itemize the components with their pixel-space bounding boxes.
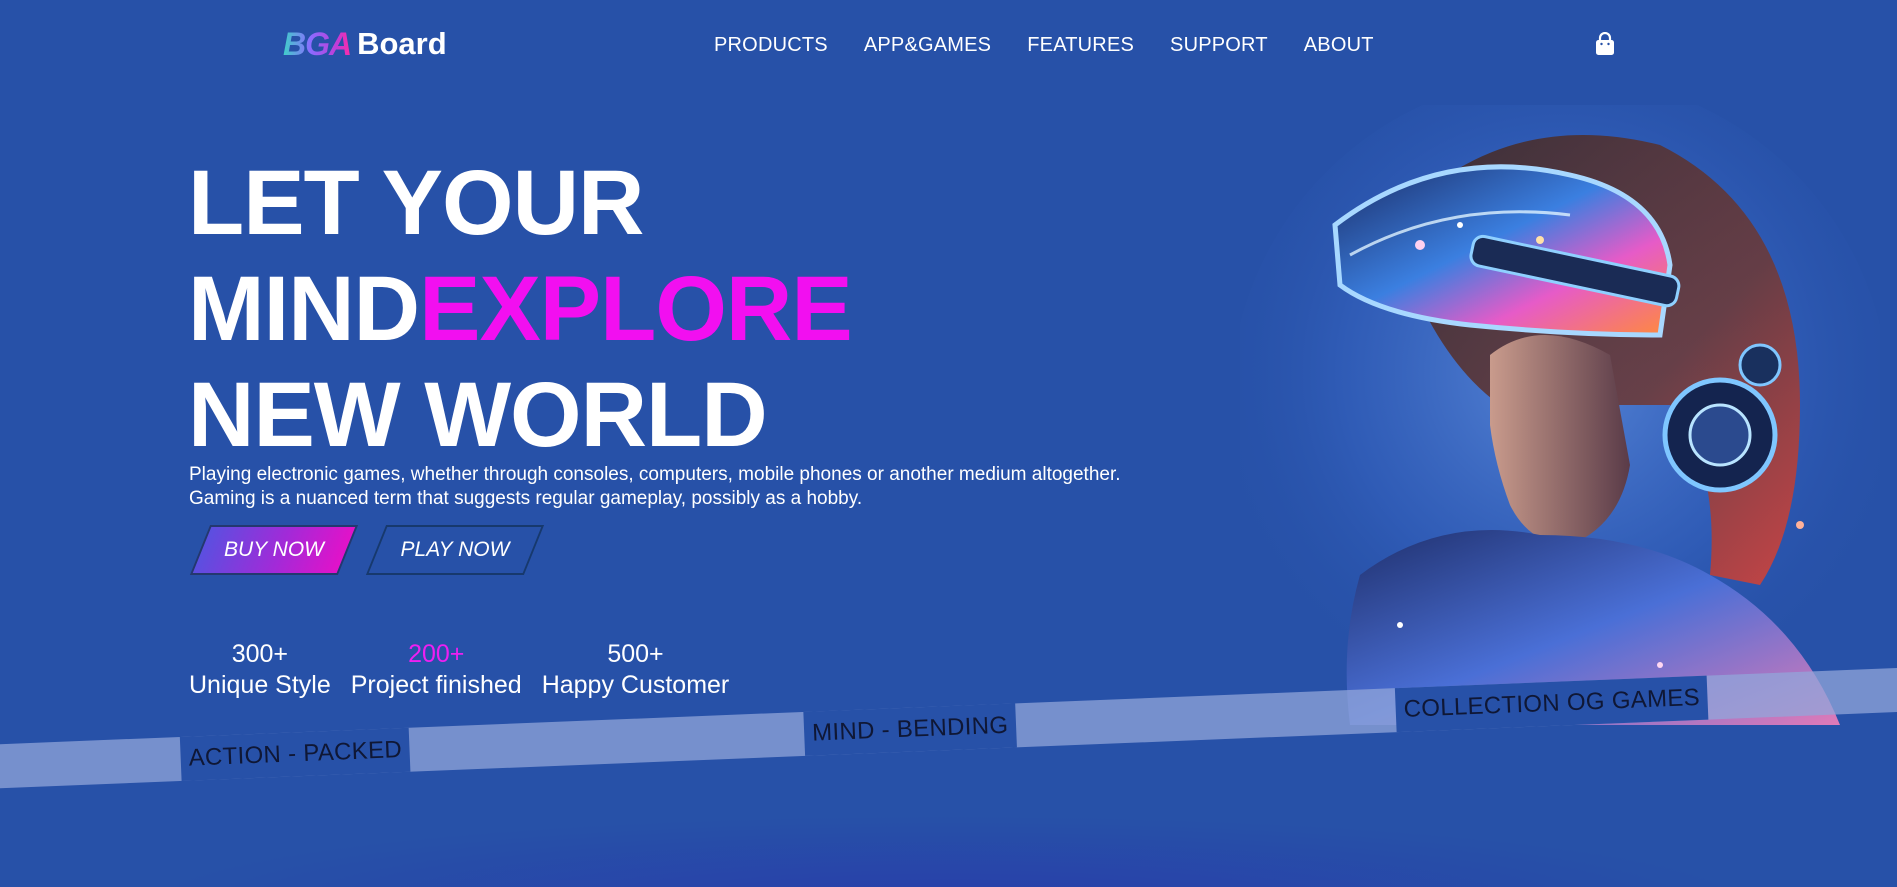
brand-name: Board xyxy=(357,26,447,61)
main-menu: PRODUCTS APP&GAMES FEATURES SUPPORT ABOU… xyxy=(714,30,1410,60)
hero-headline: LET YOUR MINDEXPLORE NEW WORLD xyxy=(188,150,853,468)
stat-label: Unique Style xyxy=(189,671,331,699)
nav-item-about[interactable]: ABOUT xyxy=(1304,30,1374,60)
stat-unique-style: 300+ Unique Style xyxy=(189,638,331,700)
nav-item-app-games[interactable]: APP&GAMES xyxy=(864,30,991,60)
marquee-item-action-packed: ACTION - PACKED xyxy=(179,727,411,781)
marquee-item-mind-bending: MIND - BENDING xyxy=(803,703,1018,756)
hero-line-2-mind: MIND xyxy=(188,258,420,360)
hero-description-line-2: Gaming is a nuanced term that suggests r… xyxy=(189,488,863,509)
hero-line-3: NEW WORLD xyxy=(188,364,768,466)
stat-value: 500+ xyxy=(607,640,664,668)
nav-item-features[interactable]: FEATURES xyxy=(1027,30,1134,60)
shopping-bag-icon[interactable] xyxy=(1594,32,1616,56)
stat-label: Project finished xyxy=(350,671,522,699)
stat-value: 200+ xyxy=(408,640,465,668)
stat-value: 300+ xyxy=(231,640,289,668)
brand-logo-mark: BGA xyxy=(283,25,352,62)
bottom-shade xyxy=(0,800,1897,887)
buy-now-label: BUY NOW xyxy=(224,538,324,561)
hero-description-line-1: Playing electronic games, whether throug… xyxy=(189,464,1121,485)
vr-headset-woman-illustration xyxy=(1240,105,1880,735)
play-now-label: PLAY NOW xyxy=(400,538,510,561)
nav-item-products[interactable]: PRODUCTS xyxy=(714,30,828,60)
top-navigation: BGA Board PRODUCTS APP&GAMES FEATURES SU… xyxy=(0,0,1897,90)
stat-project-finished: 200+ Project finished xyxy=(351,638,522,700)
play-now-button[interactable]: PLAY NOW xyxy=(365,525,545,575)
hero-line-1: LET YOUR xyxy=(188,152,644,254)
stats-row: 300+ Unique Style 200+ Project finished … xyxy=(189,638,749,700)
stat-label: Happy Customer xyxy=(541,671,730,699)
buy-now-button[interactable]: BUY NOW xyxy=(189,525,359,575)
brand-logo[interactable]: BGA Board xyxy=(283,24,447,64)
stat-happy-customer: 500+ Happy Customer xyxy=(542,638,730,700)
hero-line-2-explore: EXPLORE xyxy=(419,258,853,360)
hero-description: Playing electronic games, whether throug… xyxy=(189,463,1189,511)
nav-item-support[interactable]: SUPPORT xyxy=(1170,30,1268,60)
